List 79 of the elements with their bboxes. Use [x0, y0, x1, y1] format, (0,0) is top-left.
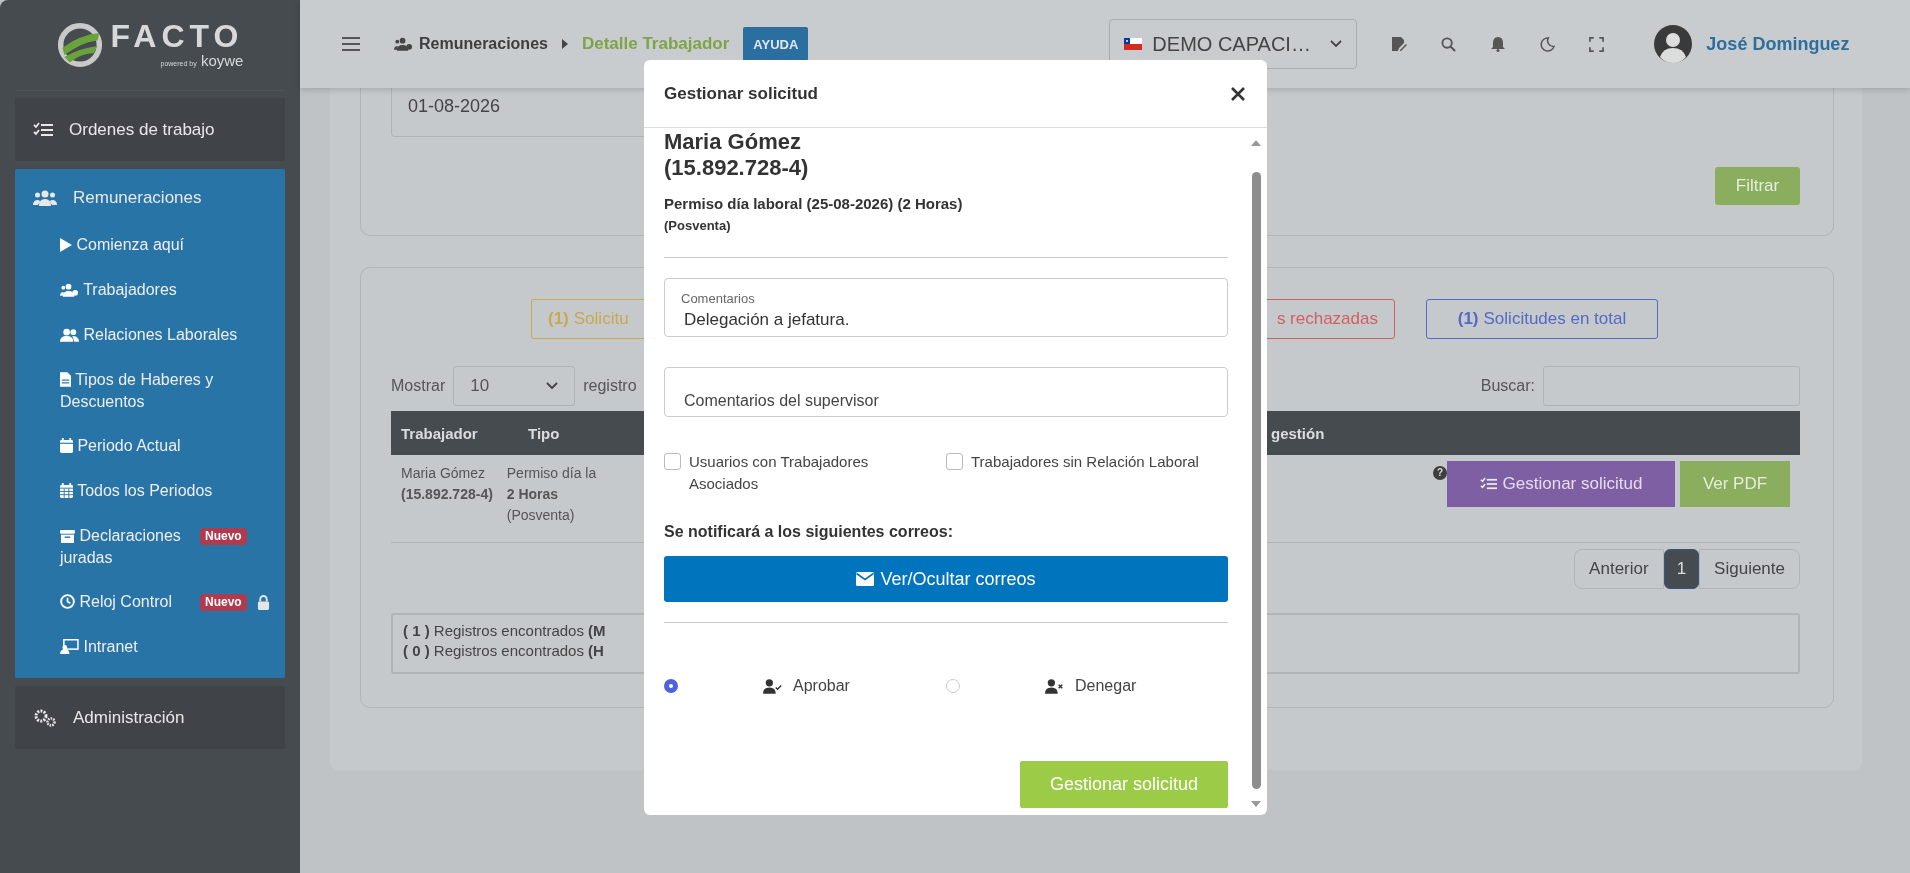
chevron-down-icon — [1330, 40, 1343, 48]
submenu-item[interactable]: Relaciones Laborales — [60, 313, 275, 358]
flag-icon — [1124, 38, 1143, 50]
menu-item[interactable]: Administración — [15, 686, 285, 749]
records-count-text: ( 0 ) Registros encontrados (H — [403, 641, 605, 661]
menu-item[interactable]: Remuneraciones — [15, 169, 285, 223]
previous-button[interactable]: Anterior — [1574, 549, 1664, 589]
monitor-icon — [60, 639, 79, 654]
notify-label: Se notificará a los siguientes correos: — [664, 523, 954, 541]
user-name[interactable]: José Dominguez — [1706, 33, 1850, 55]
calendar-icon — [60, 483, 73, 498]
table-cell-text: Permiso día la 2 Horas (Posventa) — [506, 464, 598, 525]
play-icon — [60, 238, 72, 252]
breadcrumb-link[interactable]: Remuneraciones — [419, 35, 548, 53]
page-size-select[interactable]: 10 — [453, 366, 576, 406]
column-header: gestión — [1271, 424, 1325, 442]
submenu-item[interactable]: Intranet — [60, 625, 275, 670]
company-dropdown[interactable]: DEMO CAPACI… — [1109, 19, 1358, 69]
fullscreen-icon[interactable] — [1589, 36, 1605, 52]
manage-request-button[interactable]: Gestionar solicitud — [1447, 461, 1675, 507]
user-check-icon — [763, 678, 783, 694]
document-icon — [60, 372, 71, 387]
calendar-icon — [60, 438, 73, 453]
comments-field[interactable]: Comentarios Delegación a jefatura. — [664, 278, 1228, 337]
show-label: Mostrar — [391, 377, 446, 395]
worker-id: (15.892.728-4) — [664, 155, 810, 181]
records-count-text: ( 1 ) Registros encontrados (M — [403, 621, 607, 641]
user-remove-icon — [1045, 678, 1065, 694]
new-badge: Nuevo — [200, 527, 247, 545]
submenu-item[interactable]: Reloj Control Nuevo — [60, 580, 275, 625]
request-area: (Posventa) — [664, 218, 1228, 233]
next-button[interactable]: Siguiente — [1699, 549, 1800, 589]
submenu-item[interactable]: Periodo Actual — [60, 424, 275, 469]
help-button[interactable]: AYUDA — [743, 27, 809, 61]
summary-badge[interactable]: (1) Solicitudes en total — [1426, 299, 1658, 339]
table-cell-text: Maria Gómez (15.892.728-4) — [400, 464, 494, 504]
request-title: Permiso día laboral (25-08-2026) (2 Horas) — [664, 195, 964, 212]
submenu-item[interactable]: Comienza aquí — [60, 223, 275, 268]
submenu-item[interactable]: Declaraciones juradas Nuevo — [60, 514, 275, 580]
logo-icon — [56, 22, 103, 68]
radio-label: Aprobar — [793, 677, 850, 695]
radio-button[interactable] — [664, 679, 678, 693]
checklist-icon — [1479, 477, 1497, 491]
close-icon[interactable] — [1231, 86, 1245, 101]
search-label: Buscar: — [1480, 377, 1535, 395]
envelope-icon — [856, 572, 875, 586]
caret-icon — [561, 39, 568, 49]
column-header: Tipo — [528, 424, 561, 442]
gears-icon — [33, 708, 57, 727]
records-label: registro — [583, 377, 637, 395]
checklist-icon — [33, 121, 53, 138]
checkbox[interactable] — [946, 453, 963, 470]
radio-label: Denegar — [1075, 677, 1137, 695]
supervisor-comments-field[interactable]: Comentarios del supervisor — [664, 367, 1228, 417]
users-icon — [33, 190, 57, 206]
checkbox-label: Trabajadores sin Relación Laboral — [971, 452, 1199, 472]
column-header: Trabajador — [400, 424, 479, 442]
clock-icon — [60, 594, 75, 609]
users-icon — [60, 283, 79, 297]
edit-document-icon[interactable] — [1391, 36, 1408, 52]
submenu-item[interactable]: Tipos de Haberes y Descuentos — [60, 358, 275, 424]
new-badge: Nuevo — [200, 593, 247, 611]
avatar-icon[interactable] — [1654, 25, 1693, 63]
search-icon[interactable] — [1441, 36, 1457, 52]
checkbox-label: Usuarios con Trabajadores Asociados — [689, 452, 870, 494]
users-icon — [60, 328, 79, 342]
menu-item[interactable]: Ordenes de trabajo — [15, 98, 285, 161]
users-icon — [394, 37, 413, 51]
page-button[interactable]: 1 — [1663, 549, 1700, 589]
menu-icon[interactable] — [342, 37, 360, 51]
moon-icon[interactable] — [1540, 36, 1556, 52]
archive-icon — [60, 530, 75, 543]
toggle-emails-button[interactable]: Ver/Ocultar correos — [664, 556, 1228, 602]
checkbox[interactable] — [664, 453, 681, 470]
bell-icon[interactable] — [1490, 36, 1507, 52]
chevron-down-icon — [546, 382, 559, 390]
submenu-item[interactable]: Trabajadores — [60, 268, 275, 313]
help-icon[interactable]: ? — [1433, 466, 1447, 480]
submenu-item[interactable]: Todos los Periodos — [60, 469, 275, 514]
